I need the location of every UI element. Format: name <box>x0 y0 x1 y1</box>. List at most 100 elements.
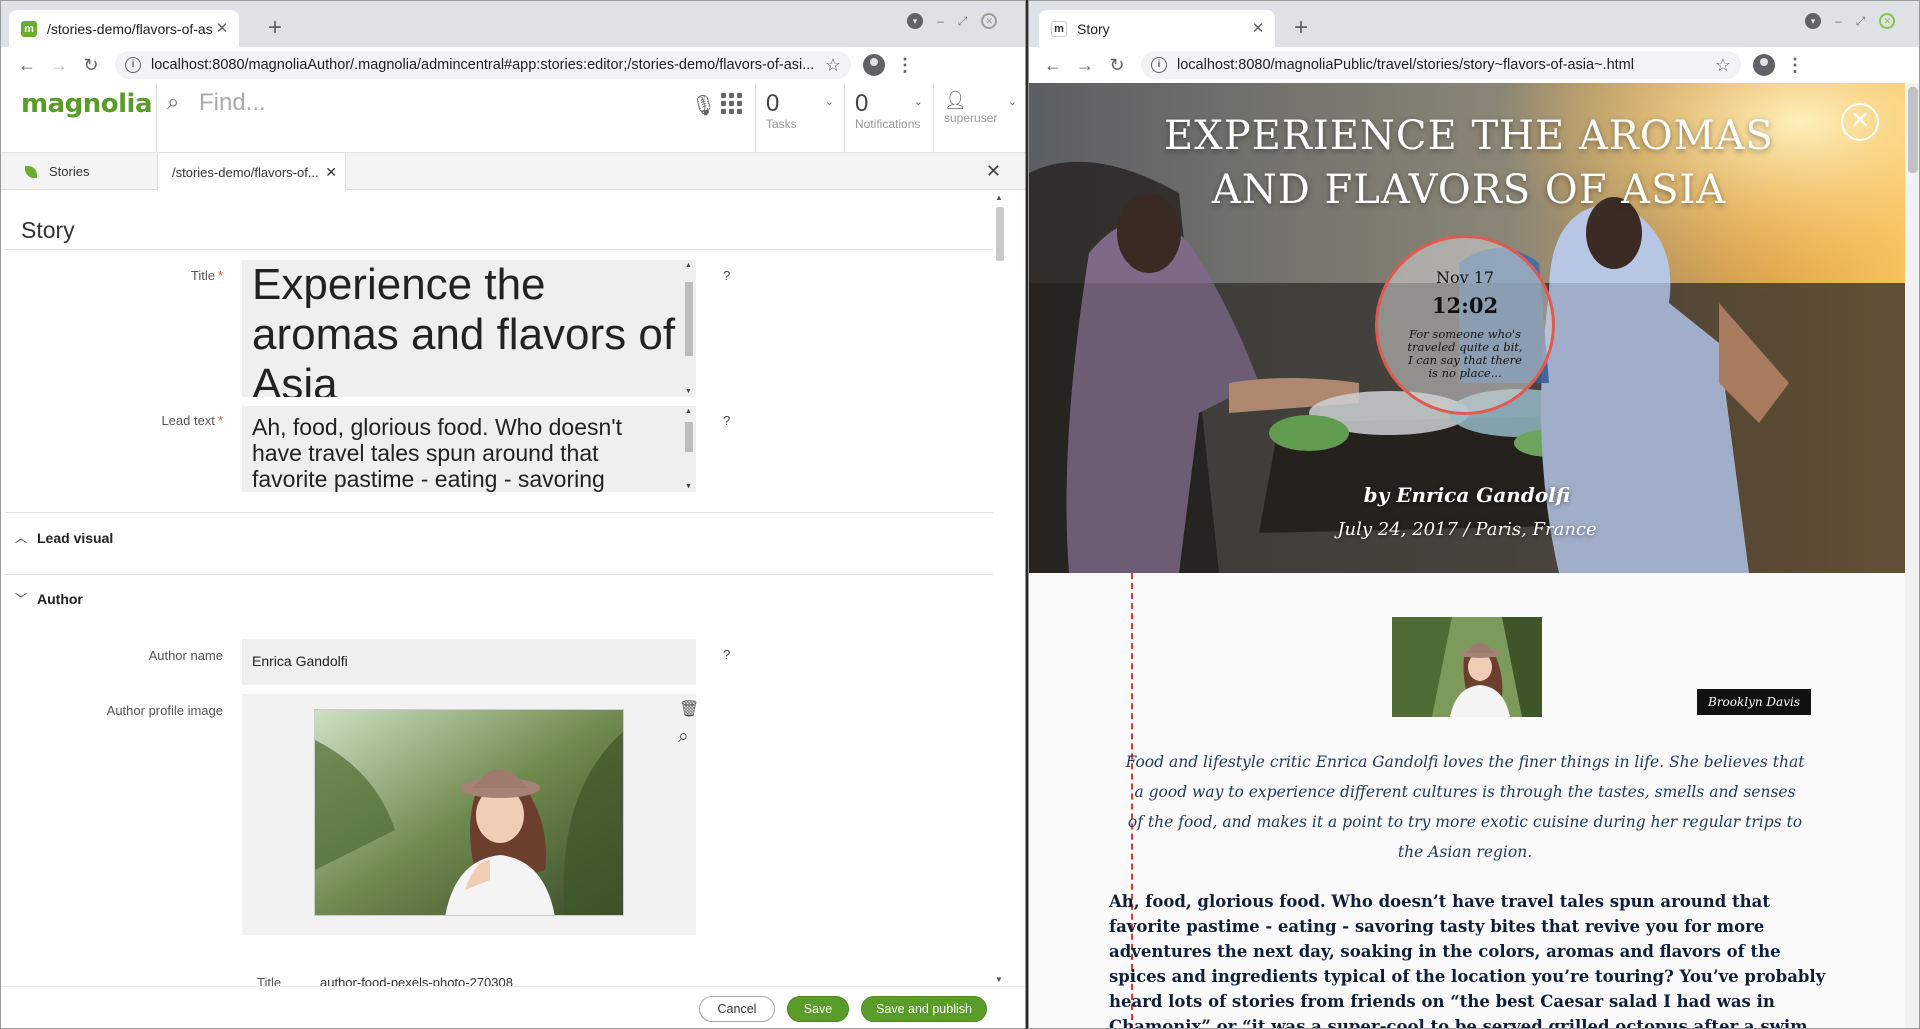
magnolia-logo[interactable]: magnolia <box>21 89 153 119</box>
tab-strip: m /stories-demo/flavors-of-asia ✕ + ▾ – … <box>1 1 1025 47</box>
browser-tab-title: Story <box>1077 20 1110 37</box>
address-bar[interactable]: i localhost:8080/magnoliaAuthor/.magnoli… <box>115 51 851 79</box>
profile-avatar-icon[interactable] <box>1753 54 1775 76</box>
author-name-value: Enrica Gandolfi <box>252 653 348 669</box>
title-help-icon[interactable]: ? <box>723 268 730 283</box>
tab-stories[interactable]: Stories <box>1 153 157 190</box>
trash-icon[interactable]: 🗑︎ <box>679 699 699 719</box>
author-name-field[interactable]: Enrica Gandolfi <box>242 639 696 685</box>
title-scrollbar[interactable]: ▲ ▼ <box>682 260 696 397</box>
address-bar[interactable]: i localhost:8080/magnoliaPublic/travel/s… <box>1141 51 1741 79</box>
site-info-icon[interactable]: i <box>1151 57 1167 73</box>
magnolia-favicon-icon: m <box>21 20 37 37</box>
story-body: Ah, food, glorious food. Who doesn’t hav… <box>1109 892 1826 1029</box>
author-image-field <box>242 694 696 935</box>
lead-help-icon[interactable]: ? <box>723 413 730 428</box>
zoom-icon[interactable]: ⌕ <box>678 726 689 748</box>
close-icon[interactable]: ✕ <box>325 164 337 181</box>
close-window-icon[interactable]: ✕ <box>981 13 998 29</box>
divider <box>5 512 993 513</box>
user-icon: 👤︎ <box>944 90 967 110</box>
save-button[interactable]: Save <box>787 996 849 1022</box>
story-clock-badge: Nov 17 12:02 For someone who's traveled … <box>1375 235 1555 415</box>
back-icon[interactable]: ← <box>11 55 43 76</box>
restore-icon[interactable]: ⤢ <box>958 14 968 29</box>
title-label: Title * <box>190 268 223 283</box>
author-profile-image[interactable] <box>314 709 624 916</box>
story-page: Experience the aromas and flavors of Asi… <box>1029 83 1905 1029</box>
restore-icon[interactable]: ⤢ <box>1856 14 1866 29</box>
close-window-icon[interactable]: ✕ <box>1879 13 1896 29</box>
search-icon: ⌕ <box>167 89 180 114</box>
new-tab-button[interactable]: + <box>261 15 289 43</box>
lead-scrollbar[interactable]: ▲ ▼ <box>682 406 696 492</box>
tab-search-icon[interactable]: ▾ <box>907 13 923 29</box>
browser-tab-title: /stories-demo/flavors-of-asia <box>47 20 213 37</box>
leaf-icon <box>25 165 37 178</box>
divider <box>5 574 993 575</box>
tasks-indicator[interactable]: 0 Tasks ⌄ <box>755 83 844 153</box>
tab-strip: m Story ✕ + ▾ – ⤢ ✕ <box>1029 1 1919 47</box>
forward-icon[interactable]: → <box>43 55 75 76</box>
page-scrollbar[interactable] <box>1905 83 1919 1028</box>
author-browser-window: m /stories-demo/flavors-of-asia ✕ + ▾ – … <box>0 0 1026 1029</box>
chevron-down-icon: ⌄ <box>824 96 834 108</box>
notifications-indicator[interactable]: 0 Notifications ⌄ <box>844 83 933 153</box>
author-image-label: Author profile image <box>106 703 223 718</box>
tab-story-editor[interactable]: /stories-demo/flavors-of... ✕ <box>157 153 346 191</box>
lead-text-label: Lead text * <box>161 413 223 428</box>
bookmark-star-icon[interactable]: ☆ <box>1715 55 1731 76</box>
author-name-label: Author name <box>148 648 223 663</box>
forward-icon[interactable]: → <box>1069 55 1101 76</box>
window-controls: ▾ – ⤢ ✕ <box>1805 13 1896 29</box>
new-tab-button[interactable]: + <box>1287 15 1315 43</box>
reload-icon[interactable]: ↻ <box>75 55 107 76</box>
tab-search-icon[interactable]: ▾ <box>1805 13 1821 29</box>
divider <box>5 249 993 250</box>
chevron-down-icon: ⌄ <box>913 96 923 108</box>
bookmark-star-icon[interactable]: ☆ <box>825 55 841 76</box>
site-info-icon[interactable]: i <box>125 57 141 73</box>
browser-tab-editor[interactable]: m /stories-demo/flavors-of-asia ✕ <box>9 10 239 47</box>
close-app-icon[interactable]: ✕ <box>986 161 1001 182</box>
find-input[interactable]: Find... <box>199 89 266 117</box>
browser-menu-icon[interactable]: ⋮ <box>1783 55 1807 76</box>
browser-menu-icon[interactable]: ⋮ <box>893 55 917 76</box>
microphone-icon[interactable]: 🎙 <box>691 93 716 118</box>
chevron-up-icon: ︿ <box>15 531 28 545</box>
user-menu[interactable]: 👤︎ superuser ⌄ <box>933 83 1025 153</box>
tasks-label: Tasks <box>766 117 797 132</box>
close-tab-icon[interactable]: ✕ <box>213 20 231 38</box>
hero-title: Experience the aromas and flavors of Asi… <box>1164 113 1774 213</box>
minimize-icon[interactable]: – <box>1835 14 1842 28</box>
user-label: superuser <box>944 110 998 125</box>
profile-avatar-icon[interactable] <box>863 54 885 76</box>
cancel-button[interactable]: Cancel <box>699 996 775 1022</box>
lead-text-content: Ah, food, glorious food. Who doesn't hav… <box>252 414 623 492</box>
save-and-publish-button[interactable]: Save and publish <box>861 996 987 1022</box>
browser-toolbar: ← → ↻ i localhost:8080/magnoliaPublic/tr… <box>1029 47 1919 83</box>
accordion-lead-visual[interactable]: ︿ Lead visual <box>15 529 113 546</box>
browser-toolbar: ← → ↻ i localhost:8080/magnoliaAuthor/.m… <box>1 47 1025 83</box>
tab-stories-label: Stories <box>49 164 90 179</box>
clock-date: Nov 17 <box>1435 268 1495 287</box>
image-title-value: author-food-pexels-photo-270308 <box>320 975 513 986</box>
lead-text-textarea[interactable]: Ah, food, glorious food. Who doesn't hav… <box>242 406 696 492</box>
accordion-author[interactable]: ﹀ Author <box>15 590 83 607</box>
dateline: July 24, 2017 / Paris, France <box>1337 519 1597 540</box>
browser-tab-story[interactable]: m Story ✕ <box>1039 10 1275 47</box>
back-icon[interactable]: ← <box>1037 55 1069 76</box>
minimize-icon[interactable]: – <box>937 14 944 28</box>
author-label: Author <box>37 590 83 607</box>
app-launcher-icon[interactable] <box>721 93 742 114</box>
clock-quote: For someone who's traveled quite a bit, … <box>1407 327 1523 380</box>
close-tab-icon[interactable]: ✕ <box>1249 20 1267 38</box>
title-textarea[interactable]: Experience the aromas and flavors of Asi… <box>242 260 696 397</box>
tab-editor-label: /stories-demo/flavors-of... <box>172 164 319 180</box>
close-icon[interactable]: ✕ <box>1841 103 1879 141</box>
form-scrollbar[interactable]: ▲ ▼ <box>993 191 1007 986</box>
author-help-icon[interactable]: ? <box>723 647 730 662</box>
reload-icon[interactable]: ↻ <box>1101 55 1133 76</box>
author-bio: Food and lifestyle critic Enrica Gandolf… <box>1125 753 1805 861</box>
chevron-down-icon: ﹀ <box>15 592 28 606</box>
